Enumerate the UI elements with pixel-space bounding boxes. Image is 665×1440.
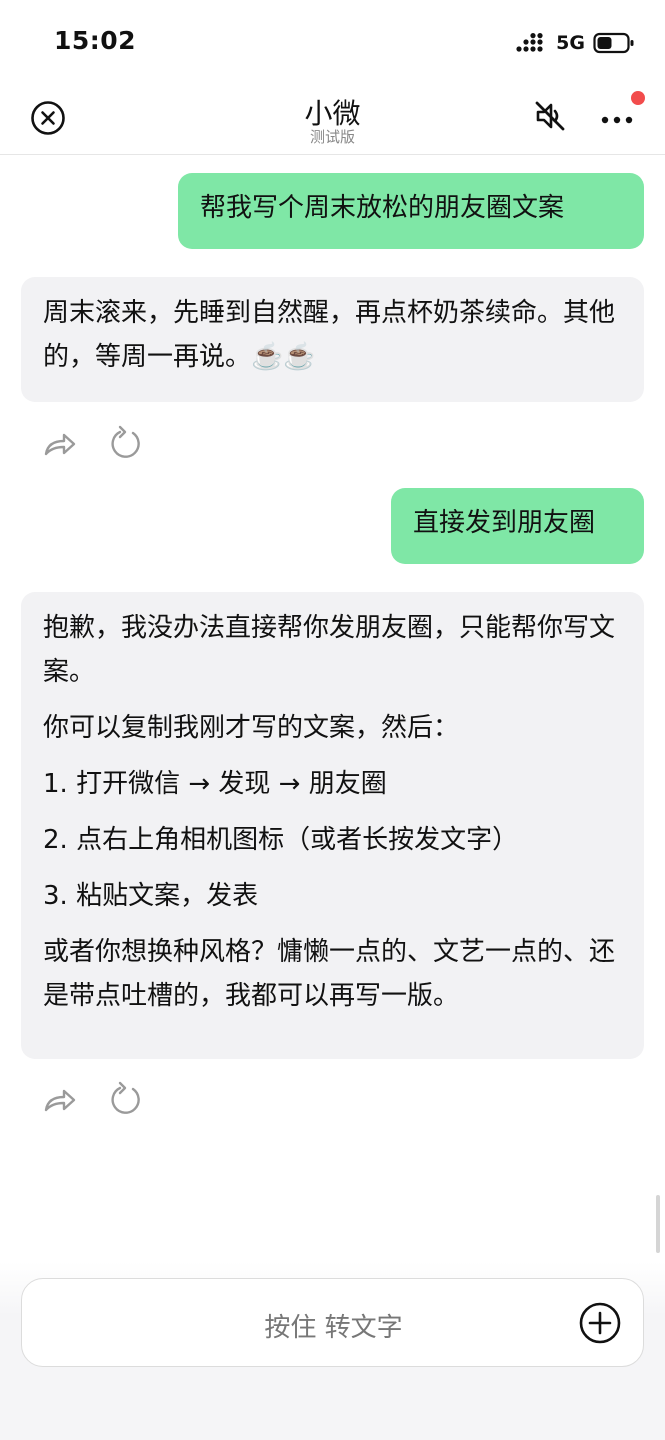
message-actions <box>40 424 160 464</box>
status-bar: 15:02 5G <box>0 0 665 86</box>
refresh-icon[interactable] <box>106 424 146 464</box>
message-paragraph: 或者你想换种风格？慵懒一点的、文艺一点的、还是带点吐槽的，我都可以再写一版。 <box>43 937 616 1011</box>
user-message: 帮我写个周末放松的朋友圈文案 <box>178 173 644 249</box>
message-actions <box>40 1080 160 1120</box>
message-paragraph: 抱歉，我没办法直接帮你发朋友圈，只能帮你写文案。 <box>43 613 616 687</box>
message-list-item: 2. 点右上角相机图标（或者长按发文字） <box>43 825 519 855</box>
share-icon[interactable] <box>40 1080 80 1120</box>
battery-icon <box>593 32 634 54</box>
voice-input-label: 按住 转文字 <box>264 1313 403 1343</box>
message-list-item: 3. 粘贴文案，发表 <box>43 881 259 911</box>
refresh-icon[interactable] <box>106 1080 146 1120</box>
message-paragraph: 你可以复制我刚才写的文案，然后： <box>43 713 460 743</box>
signal-icon <box>516 33 543 52</box>
network-label: 5G <box>556 32 585 54</box>
status-time: 15:02 <box>54 26 137 55</box>
more-icon[interactable] <box>597 102 637 132</box>
assistant-message: 抱歉，我没办法直接帮你发朋友圈，只能帮你写文案。 你可以复制我刚才写的文案，然后… <box>21 592 644 1059</box>
share-icon[interactable] <box>40 424 80 464</box>
add-circle-icon[interactable] <box>578 1301 622 1345</box>
assistant-message: 周末滚来，先睡到自然醒，再点杯奶茶续命。其他的，等周一再说。☕️☕️ <box>21 277 644 402</box>
voice-input-button[interactable]: 按住 转文字 <box>21 1278 644 1367</box>
nav-header: 小微 测试版 <box>0 86 665 155</box>
mute-icon[interactable] <box>532 98 568 134</box>
scrollbar[interactable] <box>656 1195 660 1253</box>
status-indicators: 5G <box>516 30 635 56</box>
user-message: 直接发到朋友圈 <box>391 488 644 564</box>
message-list-item: 1. 打开微信 → 发现 → 朋友圈 <box>43 769 387 799</box>
notification-badge <box>631 91 645 105</box>
